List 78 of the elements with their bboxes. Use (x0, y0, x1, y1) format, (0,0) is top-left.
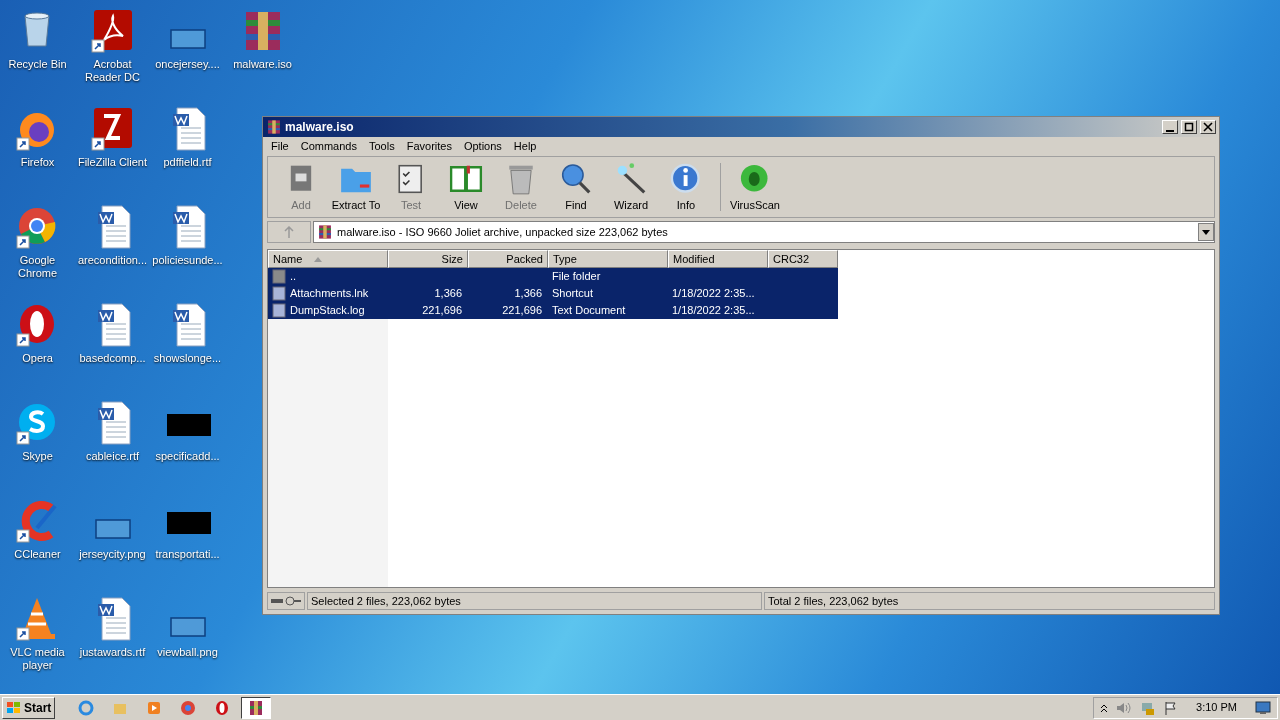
file-icon (272, 286, 286, 301)
archive-icon (266, 119, 282, 135)
desktop-icon-label[interactable]: showslonge... (149, 352, 226, 365)
desktop-icon-label[interactable]: Firefox (0, 156, 76, 169)
desktop-icon-label[interactable]: specificadd... (149, 450, 226, 463)
desktop-icon-label[interactable]: malware.iso (224, 58, 301, 71)
archive-icon (317, 224, 333, 240)
column-header[interactable]: Packed (468, 250, 548, 268)
close-icon (1202, 121, 1214, 133)
cell-text: 1/18/2022 2:35... (672, 303, 755, 319)
cell-text: Shortcut (552, 286, 593, 302)
column-header[interactable]: Name (268, 250, 388, 268)
cell-text: 1,366 (434, 286, 462, 302)
desktop-icon-label[interactable]: Recycle Bin (0, 58, 76, 71)
toolbar-button[interactable]: View (439, 159, 493, 215)
minimize-icon (1166, 129, 1174, 132)
file-row[interactable]: Attachments.lnk 1,366 1,366 Shortcut 1/18/2022 2:35... (268, 285, 838, 302)
dropdown-arrow-icon[interactable] (1202, 229, 1210, 235)
toolbar-button[interactable]: Find (549, 159, 603, 215)
cell-text: File folder (552, 269, 601, 285)
minimize-button[interactable] (1162, 120, 1178, 134)
menu-item[interactable]: Tools (363, 138, 401, 155)
file-row[interactable]: .. File folder (268, 268, 838, 285)
desktop-icon-label[interactable]: pdffield.rtf (149, 156, 226, 169)
archive-icon[interactable] (241, 696, 272, 719)
caret-up-icon[interactable] (1100, 702, 1109, 713)
column-header[interactable]: Size (388, 250, 468, 268)
desktop-icon-label[interactable]: FileZilla Client (74, 156, 151, 169)
desktop-icon-label[interactable]: Opera (0, 352, 76, 365)
file-icon (272, 303, 286, 318)
windows-logo-icon (6, 700, 22, 715)
flag-icon[interactable] (1164, 700, 1179, 715)
cell-text: 221,696 (422, 303, 462, 319)
file-row[interactable]: DumpStack.log 221,696 221,696 Text Document 1/18/2022 2:35... (268, 302, 838, 319)
cell-text: Text Document (552, 303, 626, 319)
close-button[interactable] (1200, 120, 1216, 134)
menu-item[interactable]: Options (457, 138, 508, 155)
address-field[interactable]: malware.iso - ISO 9660 Joliet archive, unpacked size 223,062 bytes (313, 221, 1215, 243)
toolbar-button[interactable]: Extract To (329, 159, 383, 215)
cell-text: 221,696 (502, 303, 542, 319)
desktop-icon-label[interactable]: VLC media player (0, 646, 76, 672)
sort-arrow-icon (314, 256, 323, 262)
desktop-icon-label[interactable]: arecondition... (74, 254, 151, 267)
status-text: Total 2 files, 223,062 bytes (764, 592, 1215, 610)
menu-item[interactable]: Favorites (400, 138, 458, 155)
desktop-icon-label[interactable]: Google Chrome (0, 254, 76, 280)
desktop-icon-label[interactable]: justawards.rtf (74, 646, 151, 659)
column-header[interactable]: Type (548, 250, 668, 268)
menu-item[interactable]: Commands (294, 138, 363, 155)
start-button[interactable]: Start (2, 696, 56, 719)
cell-text: .. (290, 269, 297, 285)
desktop-icon-label[interactable]: viewball.png (149, 646, 226, 659)
menu-item[interactable]: Help (507, 138, 543, 155)
maximize-button[interactable] (1181, 120, 1197, 134)
drive-key-icon (270, 596, 302, 606)
cell-text: Attachments.lnk (290, 286, 369, 302)
desktop-icon-label[interactable]: transportati... (149, 548, 226, 561)
maximize-icon (1183, 121, 1195, 133)
column-header[interactable]: Modified (668, 250, 768, 268)
desktop-icon-label[interactable]: Acrobat Reader DC (74, 58, 151, 84)
desktop-icon-label[interactable]: cableice.rtf (74, 450, 151, 463)
status-text: Selected 2 files, 223,062 bytes (307, 592, 762, 610)
desktop-icon-label[interactable]: CCleaner (0, 548, 76, 561)
window-title: malware.iso (285, 119, 354, 136)
desktop-icon-label[interactable]: basedcomp... (74, 352, 151, 365)
cell-text: 1/18/2022 2:35... (672, 286, 755, 302)
cell-text: DumpStack.log (290, 303, 365, 319)
desktop-icon-label[interactable]: policiesunde... (149, 254, 226, 267)
toolbar-button[interactable]: Wizard (604, 159, 658, 215)
menu-item[interactable]: File (265, 138, 295, 155)
desktop-icon-label[interactable]: Skype (0, 450, 76, 463)
column-header[interactable]: CRC32 (768, 250, 838, 268)
desktop-icon-label[interactable]: oncejersey.... (149, 58, 226, 71)
toolbar-button[interactable]: VirusScan (728, 159, 782, 215)
cell-text: 1,366 (514, 286, 542, 302)
desktop-icon-label[interactable]: jerseycity.png (74, 548, 151, 561)
show-desktop-icon[interactable] (1255, 700, 1271, 715)
toolbar-button[interactable]: Info (659, 159, 713, 215)
